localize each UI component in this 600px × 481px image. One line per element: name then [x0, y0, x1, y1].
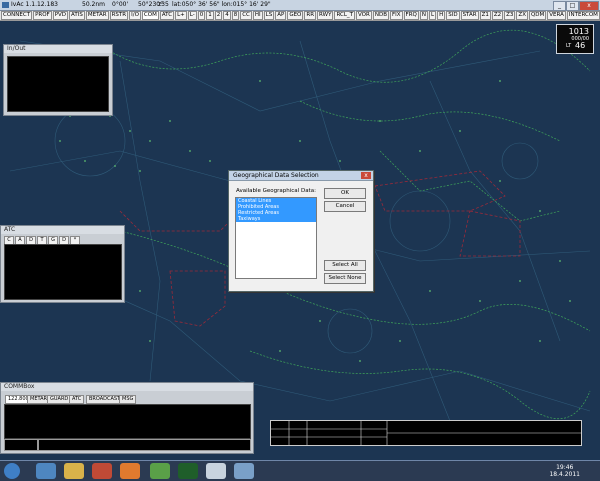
commbox-title: COMMBox: [1, 383, 253, 391]
toolbar-button-frq[interactable]: FRQ: [403, 11, 419, 20]
app-icon-green[interactable]: [150, 463, 170, 479]
toolbar-button-star[interactable]: STAR: [460, 11, 479, 20]
app-icon: [2, 2, 9, 8]
toolbar-button-4[interactable]: 4: [223, 11, 231, 20]
geo-list-label: Available Geographical Data:: [236, 188, 316, 194]
toolbar-button-com[interactable]: COM: [141, 11, 159, 20]
select-none-button[interactable]: Select None: [324, 273, 366, 284]
monitor-icon[interactable]: [234, 463, 254, 479]
geo-list-item[interactable]: Taxiways: [236, 216, 316, 222]
atc-column-headers: C A D T G D *: [4, 236, 81, 245]
toolbar-button-atis[interactable]: ATIS: [69, 11, 85, 20]
commbox-input[interactable]: [38, 439, 251, 451]
heading-readout: 0°00': [112, 1, 129, 8]
cancel-button[interactable]: Cancel: [324, 201, 366, 212]
toolbar-button-rstr[interactable]: RSTR: [109, 11, 129, 20]
commbox-tab-broadcast[interactable]: BROADCAST: [86, 395, 124, 404]
toolbar-button-atc[interactable]: ATC: [159, 11, 175, 20]
toolbar-button-2[interactable]: 2: [214, 11, 223, 20]
toolbar-button-connect[interactable]: CONNECT: [1, 11, 33, 20]
toolbar-button-vera[interactable]: VERA: [547, 11, 566, 20]
toolbar-button-prof[interactable]: PROF: [33, 11, 52, 20]
atc-window[interactable]: ATC C A D T G D *: [0, 225, 125, 303]
distance-readout: 50.2nm: [82, 1, 106, 8]
inout-list[interactable]: [7, 56, 109, 112]
commbox-window[interactable]: COMMBox 122.800 METAR GUARD ATC BROADCAST MSG: [0, 382, 254, 454]
toolbar-button-cc[interactable]: CC: [240, 11, 252, 20]
coordinates-readout: lat:050° 36' 56" lon:015° 16' 29": [172, 1, 271, 8]
toolbar-button-ndb[interactable]: NDB: [372, 11, 389, 20]
title-bar: IvAc 1.1.12.183 50.2nm 0°00' 50°230° z35…: [0, 0, 600, 11]
toolbar-button-metar[interactable]: METAR: [85, 11, 109, 20]
toolbar-button-h[interactable]: H: [437, 11, 446, 20]
toolbar-button-ls[interactable]: LS: [263, 11, 275, 20]
toolbar-button-rr[interactable]: RR: [304, 11, 317, 20]
atc-list[interactable]: [4, 244, 122, 300]
toolbar-button-8[interactable]: 8: [231, 11, 240, 20]
ok-button[interactable]: OK: [324, 188, 366, 199]
toolbar-button-z2[interactable]: Z2: [491, 11, 504, 20]
taskbar: 19:46 18.4.2011: [0, 460, 600, 481]
atc-title: ATC: [1, 226, 124, 234]
toolbar-button-l-[interactable]: L-: [187, 11, 197, 20]
toolbar-button-rcl-t[interactable]: RCL_T: [334, 11, 356, 20]
commbox-messages[interactable]: [4, 404, 251, 439]
inout-title: In/Out: [4, 45, 112, 53]
firefox-icon[interactable]: [120, 463, 140, 479]
toolbar: CONNECT PROF PVD ATIS METAR RSTR I/O COM ATC L+ L-…: [0, 11, 600, 21]
transition-level-label: LT: [566, 43, 572, 49]
toolbar-button-qdm[interactable]: QDM: [528, 11, 547, 20]
commbox-tab-msg[interactable]: MSG: [119, 395, 137, 404]
ie-icon[interactable]: [36, 463, 56, 479]
toolbar-button-sid[interactable]: SID: [446, 11, 460, 20]
commbox-tab-guard[interactable]: GUARD: [47, 395, 72, 404]
toolbar-button-i-o[interactable]: I/O: [129, 11, 141, 20]
dialog-title: Geographical Data Selection: [229, 171, 373, 181]
toolbar-button-rwy[interactable]: RWY: [317, 11, 334, 20]
clock-date: 18.4.2011: [549, 471, 580, 478]
explorer-icon[interactable]: [64, 463, 84, 479]
toolbar-button-pvd[interactable]: PVD: [52, 11, 69, 20]
commbox-prefix-field[interactable]: [4, 439, 38, 451]
select-all-button[interactable]: Select All: [324, 260, 366, 271]
toolbar-button-1[interactable]: 1: [206, 11, 214, 20]
toolbar-button-zx[interactable]: ZX: [516, 11, 528, 20]
clock-time: 19:46: [556, 464, 574, 471]
ivac-taskbar-icon[interactable]: [178, 463, 198, 479]
toolbar-button-vor[interactable]: VOR: [356, 11, 372, 20]
maximize-button[interactable]: □: [566, 1, 579, 11]
toolbar-button-ap[interactable]: AP: [275, 11, 287, 20]
system-clock[interactable]: 19:46 18.4.2011: [549, 464, 580, 478]
geo-data-list[interactable]: Coastal Lines Prohibited Areas Restricted …: [235, 197, 317, 279]
toolbar-button-hi[interactable]: HI: [252, 11, 263, 20]
close-button[interactable]: x: [579, 1, 599, 11]
window-title: IvAc 1.1.12.183: [11, 1, 58, 8]
toolbar-button-l[interactable]: L: [428, 11, 437, 20]
qnh-display: 1013 000/00 LT 46: [556, 24, 594, 54]
toolbar-button-z3[interactable]: Z3: [504, 11, 516, 20]
toolbar-button-l-[interactable]: L+: [175, 11, 187, 20]
toolbar-button-n[interactable]: N: [419, 11, 428, 20]
minimize-button[interactable]: _: [553, 1, 566, 11]
flight-strip-grid: [271, 421, 581, 445]
media-player-icon[interactable]: [92, 463, 112, 479]
start-button[interactable]: [4, 463, 20, 479]
inout-window[interactable]: In/Out: [3, 44, 113, 116]
commbox-tab-atc[interactable]: ATC: [69, 395, 85, 404]
dialog-close-button[interactable]: x: [361, 172, 371, 179]
toolbar-button-0[interactable]: 0: [197, 11, 206, 20]
qnh-value: 1013: [568, 27, 589, 36]
transition-level-value: 46: [575, 41, 586, 50]
zoom-readout: z35: [158, 1, 169, 8]
toolbar-button-intercom[interactable]: INTERCOM: [566, 11, 600, 20]
toolbar-button-fix[interactable]: FIX: [389, 11, 403, 20]
toolbar-button-z1[interactable]: Z1: [479, 11, 491, 20]
toolbar-button-geo[interactable]: GEO: [287, 11, 304, 20]
flight-strip-bay[interactable]: [270, 420, 582, 446]
window-icon[interactable]: [206, 463, 226, 479]
